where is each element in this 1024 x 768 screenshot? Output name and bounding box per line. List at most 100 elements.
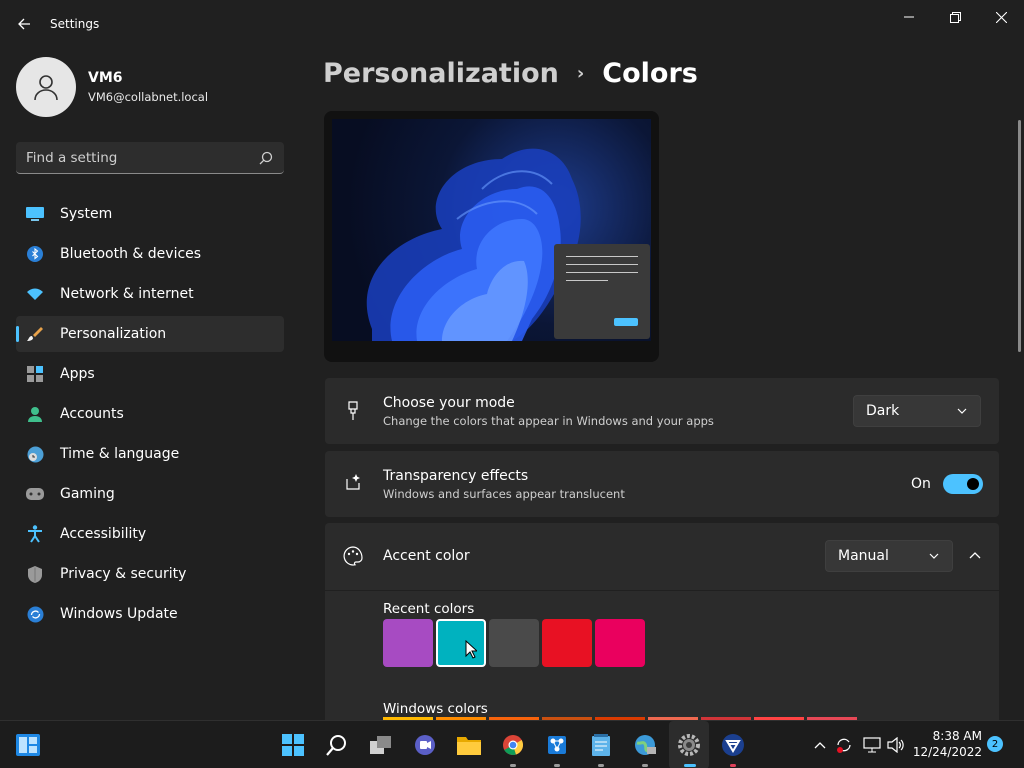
theme-preview xyxy=(324,111,659,362)
sidebar-item-label: Bluetooth & devices xyxy=(60,246,202,262)
recent-color-swatch-5[interactable] xyxy=(595,619,645,667)
volume-icon[interactable] xyxy=(887,733,905,757)
brush-icon xyxy=(26,325,44,343)
clock-globe-icon xyxy=(26,445,44,463)
sidebar-item-label: Accessibility xyxy=(60,526,147,542)
sync-alert-icon[interactable] xyxy=(835,733,853,757)
search-icon xyxy=(259,151,273,164)
widgets-icon[interactable] xyxy=(16,733,40,757)
bluetooth-icon xyxy=(26,245,44,263)
wallpaper-preview xyxy=(332,119,651,341)
clock-time[interactable]: 8:38 AM xyxy=(916,729,982,743)
user-profile[interactable]: VM6 VM6@collabnet.local xyxy=(16,57,208,117)
restore-button[interactable] xyxy=(932,6,978,28)
recent-colors-label: Recent colors xyxy=(383,601,475,617)
mode-dropdown[interactable]: Dark xyxy=(853,395,981,427)
sidebar-item-accessibility[interactable]: Accessibility xyxy=(16,516,284,552)
accent-dropdown-value: Manual xyxy=(838,548,889,564)
transparency-title: Transparency effects xyxy=(383,468,529,484)
file-explorer-icon[interactable] xyxy=(457,733,481,757)
settings-gear-icon[interactable] xyxy=(677,733,701,757)
start-icon[interactable] xyxy=(281,733,305,757)
sidebar-item-network[interactable]: Network & internet xyxy=(16,276,284,312)
sidebar-item-label: Gaming xyxy=(60,486,115,502)
user-email: VM6@collabnet.local xyxy=(88,90,209,104)
clock-date[interactable]: 12/24/2022 xyxy=(904,745,982,759)
recent-color-swatch-2[interactable] xyxy=(436,619,486,667)
palette-icon xyxy=(343,546,363,566)
sidebar-item-label: Accounts xyxy=(60,406,124,422)
breadcrumb-separator: › xyxy=(576,63,585,84)
sidebar-item-apps[interactable]: Apps xyxy=(16,356,284,392)
shield-icon xyxy=(26,565,44,583)
mode-subtitle: Change the colors that appear in Windows… xyxy=(383,414,714,428)
network-monitor-icon[interactable] xyxy=(863,733,881,757)
accent-mode-dropdown[interactable]: Manual xyxy=(825,540,953,572)
search-icon[interactable] xyxy=(325,733,349,757)
sidebar-item-label: Personalization xyxy=(60,326,167,342)
sidebar-item-privacy[interactable]: Privacy & security xyxy=(16,556,284,592)
app-title: Settings xyxy=(50,17,100,31)
recent-color-swatch-1[interactable] xyxy=(383,619,433,667)
scrollbar[interactable] xyxy=(1018,120,1021,352)
task-view-icon[interactable] xyxy=(369,733,393,757)
sidebar-nav: System Bluetooth & devices Network & int… xyxy=(16,196,284,636)
breadcrumb-parent[interactable]: Personalization xyxy=(323,58,559,89)
taskbar xyxy=(0,720,1024,768)
notepad-icon[interactable] xyxy=(589,733,613,757)
gamepad-icon xyxy=(26,485,44,503)
sidebar-item-bluetooth[interactable]: Bluetooth & devices xyxy=(16,236,284,272)
toggle-knob xyxy=(967,478,979,490)
transparency-toggle[interactable] xyxy=(943,474,983,494)
running-indicator xyxy=(642,764,648,767)
transparency-subtitle: Windows and surfaces appear translucent xyxy=(383,487,625,501)
sidebar-item-personalization[interactable]: Personalization xyxy=(16,316,284,352)
active-indicator xyxy=(684,764,696,767)
breadcrumb: Personalization › Colors xyxy=(323,58,698,89)
search-box[interactable] xyxy=(16,142,284,174)
running-indicator xyxy=(510,764,516,767)
shield-app-icon[interactable] xyxy=(721,733,745,757)
sidebar-item-accounts[interactable]: Accounts xyxy=(16,396,284,432)
title-bar: Settings xyxy=(0,0,1024,48)
teams-chat-icon[interactable] xyxy=(413,733,437,757)
monitor-icon xyxy=(26,205,44,223)
sidebar-item-system[interactable]: System xyxy=(16,196,284,232)
update-icon xyxy=(26,605,44,623)
mode-title: Choose your mode xyxy=(383,395,515,411)
sidebar-item-windows-update[interactable]: Windows Update xyxy=(16,596,284,632)
user-name: VM6 xyxy=(88,70,123,86)
chevron-down-icon xyxy=(929,553,939,559)
running-indicator xyxy=(598,764,604,767)
collapse-button[interactable] xyxy=(963,546,987,566)
running-indicator xyxy=(730,764,736,767)
back-arrow-icon xyxy=(18,18,30,30)
mode-dropdown-value: Dark xyxy=(866,403,900,419)
recent-color-swatch-3[interactable] xyxy=(489,619,539,667)
window-preview-card xyxy=(554,244,650,339)
preview-accent-button xyxy=(614,318,638,326)
recent-color-swatch-4[interactable] xyxy=(542,619,592,667)
chevron-up-icon[interactable] xyxy=(812,733,828,757)
sparkle-window-icon xyxy=(343,473,363,493)
chevron-up-icon xyxy=(969,552,981,559)
sidebar-item-label: Network & internet xyxy=(60,286,194,302)
chevron-down-icon xyxy=(957,408,967,414)
network-app-icon[interactable] xyxy=(545,733,569,757)
notification-badge[interactable]: 2 xyxy=(987,736,1003,752)
chrome-icon[interactable] xyxy=(501,733,525,757)
remote-globe-icon[interactable] xyxy=(633,733,657,757)
minimize-button[interactable] xyxy=(886,6,932,28)
paint-bucket-icon xyxy=(343,401,363,421)
sidebar-item-gaming[interactable]: Gaming xyxy=(16,476,284,512)
transparency-setting-card: Transparency effects Windows and surface… xyxy=(325,451,999,517)
apps-icon xyxy=(26,365,44,383)
search-input[interactable] xyxy=(26,149,258,166)
minimize-icon xyxy=(904,16,914,18)
accent-color-header[interactable]: Accent color Manual xyxy=(325,523,999,590)
back-button[interactable] xyxy=(12,12,36,36)
sidebar-item-time-language[interactable]: Time & language xyxy=(16,436,284,472)
close-icon xyxy=(995,11,1007,23)
close-button[interactable] xyxy=(978,6,1024,28)
wifi-icon xyxy=(26,285,44,303)
